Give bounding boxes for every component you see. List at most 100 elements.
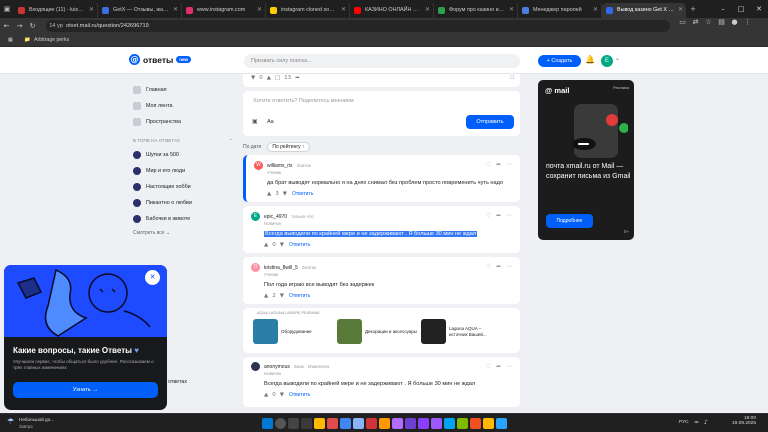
submit-answer-button[interactable]: Отправить xyxy=(466,115,514,129)
browser-tab[interactable]: Входящие (11) - luisetaltd... ✕ xyxy=(14,3,98,18)
start-icon[interactable] xyxy=(262,418,273,429)
reply-button[interactable]: Ответить xyxy=(289,293,310,299)
app-icon[interactable] xyxy=(431,418,442,429)
app-icon[interactable] xyxy=(392,418,403,429)
more-icon[interactable]: ⋯ xyxy=(506,263,512,270)
app-icon[interactable] xyxy=(470,418,481,429)
answer-author[interactable]: kristina_8will_5 xyxy=(264,265,298,271)
ad-item[interactable]: Laguna AQUA – источник Вашей... xyxy=(421,319,501,344)
volume-icon[interactable]: ♪ xyxy=(704,419,708,426)
notifications-bell-icon[interactable]: 🔔 xyxy=(585,55,595,64)
tab-close-icon[interactable]: ✕ xyxy=(89,3,94,18)
comment-icon[interactable]: □ xyxy=(275,75,280,81)
minimize-icon[interactable]: – xyxy=(714,0,732,18)
forward-icon[interactable]: → xyxy=(13,22,26,30)
back-icon[interactable]: ← xyxy=(0,22,13,30)
tab-close-icon[interactable]: ✕ xyxy=(341,3,346,18)
sidebar-topic[interactable]: Мир и его люди xyxy=(133,163,233,179)
url-bar[interactable]: 14 ур otvet.mail.ru/question/242696719 xyxy=(46,20,670,32)
sidebar-topic[interactable]: Пикантно о любви xyxy=(133,195,233,211)
sort-by-rating[interactable]: По рейтингу ↑ xyxy=(267,141,310,152)
tab-close-icon[interactable]: ✕ xyxy=(173,3,178,18)
search-input[interactable]: Призвать силу поиска... xyxy=(244,54,520,68)
vote-down-icon[interactable]: ▼ xyxy=(280,392,284,398)
bookmark-item[interactable]: Arbitrage perks xyxy=(34,34,69,47)
browser-tab[interactable]: Вывод казино Get X 202... ✕ xyxy=(602,3,686,18)
reload-icon[interactable]: ↻ xyxy=(26,22,39,30)
sidebar-topic[interactable]: Шутки за 500 xyxy=(133,147,233,163)
vote-up-icon[interactable]: ▲ xyxy=(264,242,268,248)
browser-tab[interactable]: www.instagram.com ✕ xyxy=(182,3,266,18)
language-indicator[interactable]: РУС xyxy=(679,420,689,425)
translate-icon[interactable]: ⇄ xyxy=(689,18,702,26)
share-icon[interactable]: ➦ xyxy=(496,363,501,370)
promo-more-button[interactable]: Подробнее xyxy=(546,214,593,228)
like-icon[interactable]: ♡ xyxy=(486,161,491,168)
vote-up-icon[interactable]: ▲ xyxy=(264,293,268,299)
see-all-link[interactable]: Смотреть все ⌄ xyxy=(133,230,233,236)
app-icon[interactable] xyxy=(496,418,507,429)
vote-down-icon[interactable]: ▼ xyxy=(283,191,287,197)
vote-down-icon[interactable]: ▼ xyxy=(251,75,255,81)
mail-promo[interactable]: @ mail Реклама почта xmail.ru от Mail — … xyxy=(538,80,634,240)
sidebar-topic[interactable]: Настоящие хобби xyxy=(133,179,233,195)
reply-button[interactable]: Ответить xyxy=(289,242,310,248)
chevron-down-icon[interactable]: ⌄ xyxy=(615,55,620,62)
vote-down-icon[interactable]: ▼ xyxy=(280,242,284,248)
like-icon[interactable]: ♡ xyxy=(486,263,491,270)
format-label[interactable]: Aa xyxy=(267,119,274,125)
answer-author[interactable]: epic_4970 xyxy=(264,214,287,220)
tab-close-icon[interactable]: ✕ xyxy=(257,3,262,18)
like-icon[interactable]: ♡ xyxy=(486,212,491,219)
chrome-icon[interactable] xyxy=(340,418,351,429)
sidebar-item-home[interactable]: Главная xyxy=(133,82,233,98)
sort-by-date[interactable]: По дате xyxy=(243,144,261,150)
task-view-icon[interactable] xyxy=(288,418,299,429)
vote-up-icon[interactable]: ▲ xyxy=(267,191,271,197)
tab-close-icon[interactable]: ✕ xyxy=(593,3,598,18)
trend-chevron-icon[interactable]: ⌃ xyxy=(229,138,233,144)
more-icon[interactable]: ⋯ xyxy=(506,161,512,168)
sidebar-item-my-feed[interactable]: Моя лента xyxy=(133,98,233,114)
clock[interactable]: 18:00 19.09.2025 xyxy=(722,416,756,426)
sidebar-item-spaces[interactable]: Пространства xyxy=(133,114,233,130)
popup-close-icon[interactable]: ✕ xyxy=(145,270,160,285)
answer-author[interactable]: williams_rix xyxy=(267,163,293,169)
share-icon[interactable]: ➦ xyxy=(295,75,300,81)
vote-up-icon[interactable]: ▲ xyxy=(267,75,271,81)
app-icon[interactable] xyxy=(405,418,416,429)
bookmark-icon[interactable]: □ xyxy=(510,75,514,81)
popup-learn-button[interactable]: Узнать → xyxy=(13,382,158,398)
browser-tab[interactable]: instagram cloned sometimes... ✕ xyxy=(266,3,350,18)
vote-up-icon[interactable]: ▲ xyxy=(264,392,268,398)
app-icon[interactable] xyxy=(366,418,377,429)
tab-close-icon[interactable]: ✕ xyxy=(425,3,430,18)
vote-down-icon[interactable]: ▼ xyxy=(280,293,284,299)
maximize-icon[interactable]: □ xyxy=(732,0,750,18)
app-icon[interactable] xyxy=(327,418,338,429)
reply-button[interactable]: Ответить xyxy=(292,191,313,197)
profile-icon[interactable]: ● xyxy=(728,18,741,26)
app-icon[interactable] xyxy=(353,418,364,429)
like-icon[interactable]: ♡ xyxy=(486,363,491,370)
site-logo[interactable]: @ ответы new xyxy=(129,54,192,65)
app-icon[interactable] xyxy=(483,418,494,429)
tab-close-icon[interactable]: ✕ xyxy=(509,3,514,18)
image-icon[interactable]: ▣ xyxy=(252,118,258,125)
search-icon[interactable] xyxy=(275,418,286,429)
network-icon[interactable]: ≈ xyxy=(694,419,699,426)
reply-button[interactable]: Ответить xyxy=(289,392,310,398)
create-button[interactable]: + Создать xyxy=(538,55,581,67)
ad-item[interactable]: Декорации и аксессуары xyxy=(337,319,417,344)
app-icon[interactable] xyxy=(418,418,429,429)
sidepanel-icon[interactable]: ▤ xyxy=(715,18,728,26)
share-icon[interactable]: ➦ xyxy=(496,263,501,270)
browser-tab[interactable]: Менеджер паролей ✕ xyxy=(518,3,602,18)
share-icon[interactable]: ➦ xyxy=(496,161,501,168)
answer-avatar[interactable]: W xyxy=(254,161,263,170)
weather-title[interactable]: Небольшой до... xyxy=(19,417,54,422)
more-icon[interactable]: ⋯ xyxy=(506,212,512,219)
tab-search-icon[interactable]: ▣ xyxy=(0,5,14,13)
answer-author[interactable]: anonymous xyxy=(264,364,290,370)
weather-icon[interactable]: ☂ xyxy=(7,417,14,426)
